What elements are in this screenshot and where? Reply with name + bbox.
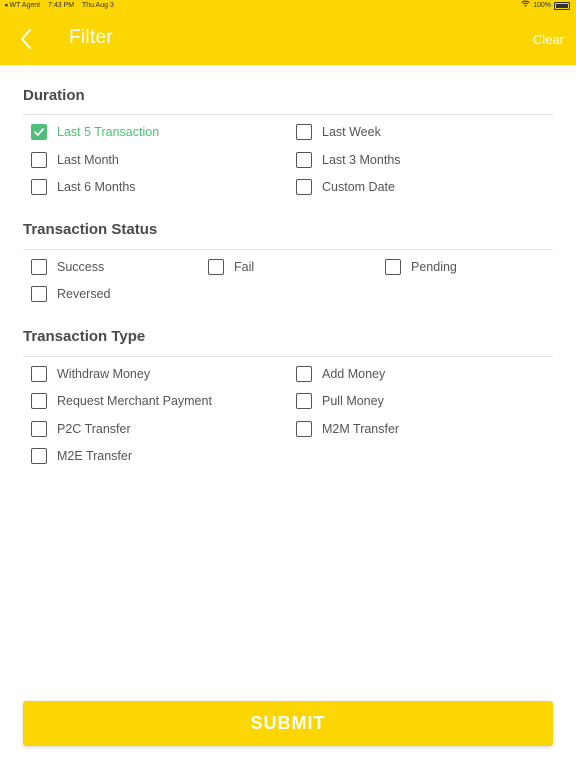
option-add-money[interactable]: Add Money: [296, 364, 385, 384]
checkbox[interactable]: [31, 366, 47, 382]
checkbox[interactable]: [31, 393, 47, 409]
option-last-week[interactable]: Last Week: [296, 122, 381, 142]
submit-button[interactable]: SUBMIT: [23, 701, 553, 746]
option-reversed[interactable]: Reversed: [31, 284, 111, 304]
chevron-left-icon: [14, 29, 38, 57]
divider: [23, 114, 553, 115]
option-label: Reversed: [57, 287, 111, 301]
checkbox[interactable]: [296, 421, 312, 437]
clear-button[interactable]: Clear: [533, 32, 564, 47]
divider: [23, 356, 553, 357]
page-title: Filter: [69, 27, 114, 48]
option-pending[interactable]: Pending: [385, 257, 457, 277]
wifi-icon: [521, 0, 530, 12]
status-left: ◂ WT Agent 7:43 PM Thu Aug 3: [4, 0, 120, 12]
checkbox[interactable]: [31, 124, 47, 140]
option-label: P2C Transfer: [57, 422, 131, 436]
checkbox[interactable]: [296, 393, 312, 409]
checkbox[interactable]: [296, 179, 312, 195]
option-last-3-months[interactable]: Last 3 Months: [296, 150, 401, 170]
battery-percent: 100%: [533, 2, 551, 9]
checkbox[interactable]: [296, 124, 312, 140]
option-label: Withdraw Money: [57, 367, 151, 381]
option-last-month[interactable]: Last Month: [31, 150, 119, 170]
option-label: Add Money: [322, 367, 386, 381]
checkbox[interactable]: [31, 179, 47, 195]
checkbox[interactable]: [385, 259, 401, 275]
option-label: Last 3 Months: [322, 153, 401, 167]
duration-section: Duration Last 5 Transaction Last Week La…: [23, 86, 553, 195]
option-label: Last Week: [322, 125, 381, 139]
status-time: 7:43 PM: [48, 2, 75, 9]
option-label: Last 6 Months: [57, 180, 136, 194]
option-withdraw-money[interactable]: Withdraw Money: [31, 364, 150, 384]
checkbox[interactable]: [31, 259, 47, 275]
carrier-label: ◂ WT Agent: [4, 2, 41, 9]
option-label: Last 5 Transaction: [57, 125, 160, 139]
option-pull-money[interactable]: Pull Money: [296, 391, 384, 411]
section-title: Transaction Status: [23, 221, 158, 238]
section-title: Duration: [23, 87, 85, 104]
battery-icon: [554, 2, 570, 10]
option-label: Pending: [411, 260, 457, 274]
option-label: M2E Transfer: [57, 449, 133, 463]
option-label: Custom Date: [322, 180, 395, 194]
option-request-merchant-payment[interactable]: Request Merchant Payment: [31, 391, 212, 411]
checkbox[interactable]: [31, 152, 47, 168]
status-right: 100%: [521, 0, 570, 12]
option-custom-date[interactable]: Custom Date: [296, 177, 395, 197]
option-label: Request Merchant Payment: [57, 394, 212, 408]
option-label: Success: [57, 260, 105, 274]
option-m2e-transfer[interactable]: M2E Transfer: [31, 446, 132, 466]
option-last-6-months[interactable]: Last 6 Months: [31, 177, 136, 197]
back-button[interactable]: [14, 25, 38, 53]
option-label: Fail: [234, 260, 255, 274]
checkbox[interactable]: [208, 259, 224, 275]
checkbox[interactable]: [31, 286, 47, 302]
checkbox[interactable]: [296, 152, 312, 168]
option-label: Pull Money: [322, 394, 384, 408]
option-last-5-transaction[interactable]: Last 5 Transaction: [31, 122, 159, 142]
option-p2c-transfer[interactable]: P2C Transfer: [31, 419, 131, 439]
transaction-type-section: Transaction Type Withdraw Money Add Mone…: [23, 327, 553, 464]
checkbox[interactable]: [31, 421, 47, 437]
transaction-status-section: Transaction Status Success Fail Pending …: [23, 220, 553, 302]
option-fail[interactable]: Fail: [208, 257, 254, 277]
option-success[interactable]: Success: [31, 257, 104, 277]
divider: [23, 249, 553, 250]
checkbox[interactable]: [296, 366, 312, 382]
checkbox[interactable]: [31, 448, 47, 464]
option-label: M2M Transfer: [322, 422, 400, 436]
header-bar: Filter Clear: [0, 12, 576, 65]
status-bar: ◂ WT Agent 7:43 PM Thu Aug 3 100%: [0, 0, 576, 12]
option-label: Last Month: [57, 153, 119, 167]
status-date: Thu Aug 3: [81, 2, 114, 9]
section-title: Transaction Type: [23, 328, 146, 345]
option-m2m-transfer[interactable]: M2M Transfer: [296, 419, 399, 439]
